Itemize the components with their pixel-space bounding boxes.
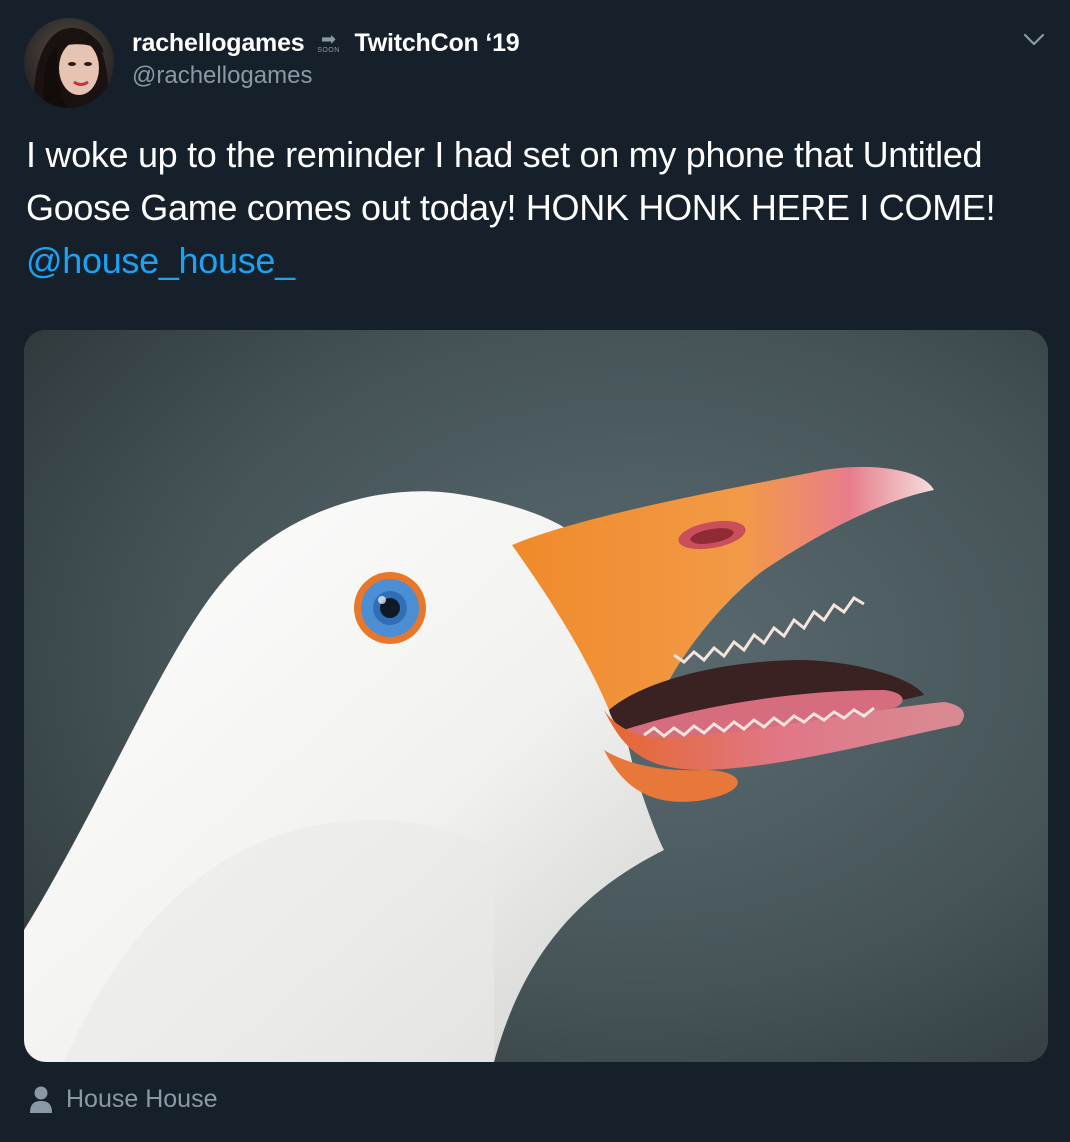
mention-link[interactable]: @house_house_ (26, 240, 295, 281)
avatar-photo (24, 18, 114, 108)
goose-photo (24, 330, 1048, 1062)
arrow-right-icon: ➡ (320, 28, 337, 49)
media-tag-label: House House (66, 1084, 218, 1113)
name-row: rachellogames ➡ SOON TwitchCon ‘19 (132, 26, 520, 60)
media-tag[interactable]: House House (30, 1082, 217, 1116)
soon-badge: ➡ SOON (311, 28, 347, 58)
soon-label: SOON (317, 46, 340, 54)
tweet-text: I woke up to the reminder I had set on m… (26, 128, 1036, 287)
chevron-down-icon[interactable] (1020, 26, 1048, 54)
display-name[interactable]: rachellogames (132, 29, 305, 58)
tweet-card: rachellogames ➡ SOON TwitchCon ‘19 @rach… (0, 0, 1070, 1142)
user-handle[interactable]: @rachellogames (132, 62, 312, 90)
person-icon (30, 1086, 52, 1113)
avatar[interactable] (24, 18, 114, 108)
status-name: TwitchCon ‘19 (354, 28, 520, 57)
tweet-media-image[interactable] (24, 330, 1048, 1062)
tweet-body: I woke up to the reminder I had set on m… (26, 134, 996, 228)
